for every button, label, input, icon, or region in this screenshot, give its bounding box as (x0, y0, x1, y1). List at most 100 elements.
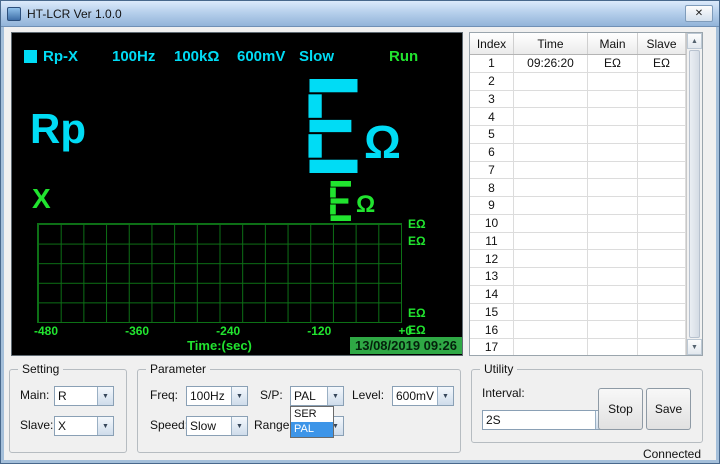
chevron-down-icon[interactable]: ▼ (327, 387, 343, 405)
interval-select[interactable]: 2S ▼ (482, 410, 612, 430)
chevron-down-icon[interactable]: ▼ (97, 387, 113, 405)
table-cell-slave (638, 321, 686, 339)
save-button[interactable]: Save (646, 388, 691, 430)
chart-x-axis-label: Time:(sec) (37, 338, 402, 353)
table-cell-time (514, 179, 588, 197)
table-cell-time: 09:26:20 (514, 55, 588, 73)
table-cell-slave (638, 108, 686, 126)
table-cell-main (588, 197, 638, 215)
table-cell-index: 3 (470, 91, 514, 109)
table-cell-slave (638, 250, 686, 268)
table-cell-slave (638, 162, 686, 180)
table-row[interactable]: 11 (470, 233, 686, 251)
setting-group-title: Setting (18, 362, 63, 376)
sp-select[interactable]: PAL ▼ (290, 386, 344, 406)
status-speed: Slow (299, 48, 334, 65)
table-cell-time (514, 321, 588, 339)
table-cell-time (514, 162, 588, 180)
table-cell-slave (638, 339, 686, 355)
stop-button[interactable]: Stop (598, 388, 643, 430)
table-scrollbar[interactable]: ▲ ▼ (686, 33, 702, 355)
table-row[interactable]: 9 (470, 197, 686, 215)
table-cell-index: 12 (470, 250, 514, 268)
slave-select[interactable]: X ▼ (54, 416, 114, 436)
main-value-seven-segment: E (308, 79, 360, 173)
table-cell-index: 5 (470, 126, 514, 144)
scroll-down-icon[interactable]: ▼ (687, 339, 702, 355)
table-cell-time (514, 268, 588, 286)
table-row[interactable]: 15 (470, 304, 686, 322)
chevron-down-icon[interactable]: ▼ (231, 387, 247, 405)
chart-x-tick: -360 (125, 324, 149, 338)
table-cell-index: 15 (470, 304, 514, 322)
table-row[interactable]: 12 (470, 250, 686, 268)
scrollbar-thumb[interactable] (689, 50, 700, 338)
level-select-value: 600mV (393, 387, 437, 405)
window-title: HT-LCR Ver 1.0.0 (27, 7, 122, 21)
slave-label: Slave: (20, 418, 53, 432)
column-header-time[interactable]: Time (514, 33, 588, 54)
table-cell-main (588, 73, 638, 91)
table-cell-main (588, 286, 638, 304)
table-row[interactable]: 6 (470, 144, 686, 162)
table-row[interactable]: 16 (470, 321, 686, 339)
scroll-up-icon[interactable]: ▲ (687, 33, 702, 49)
table-cell-main (588, 321, 638, 339)
table-row[interactable]: 7 (470, 162, 686, 180)
slave-parameter-label: X (32, 183, 51, 215)
chevron-down-icon[interactable]: ▼ (437, 387, 453, 405)
table-cell-index: 14 (470, 286, 514, 304)
chart-x-ticks: -480 -360 -240 -120 +0 (34, 324, 412, 338)
table-cell-index: 8 (470, 179, 514, 197)
table-row[interactable]: 3 (470, 91, 686, 109)
chart-x-tick: +0 (398, 324, 412, 338)
utility-group-title: Utility (480, 362, 517, 376)
range-label: Range: (254, 418, 293, 432)
table-body: 109:26:20EΩEΩ234567891011121314151617 (470, 55, 686, 355)
sp-dropdown-option[interactable]: PAL (291, 422, 333, 437)
table-cell-index: 17 (470, 339, 514, 355)
table-row[interactable]: 8 (470, 179, 686, 197)
status-mode: Rp-X (43, 48, 78, 65)
table-cell-index: 1 (470, 55, 514, 73)
connection-status: Connected (643, 447, 701, 461)
column-header-slave[interactable]: Slave (638, 33, 686, 54)
table-row[interactable]: 13 (470, 268, 686, 286)
setting-group: Setting Main: R ▼ Slave: X ▼ (9, 369, 127, 453)
parameter-group-title: Parameter (146, 362, 210, 376)
sp-dropdown-option[interactable]: SER (291, 407, 333, 422)
chevron-down-icon[interactable]: ▼ (231, 417, 247, 435)
table-row[interactable]: 17 (470, 339, 686, 355)
level-select[interactable]: 600mV ▼ (392, 386, 454, 406)
table-row[interactable]: 14 (470, 286, 686, 304)
table-row[interactable]: 109:26:20EΩEΩ (470, 55, 686, 73)
status-freq: 100Hz (112, 48, 155, 65)
column-header-index[interactable]: Index (470, 33, 514, 54)
main-select[interactable]: R ▼ (54, 386, 114, 406)
status-range: 100kΩ (174, 48, 219, 65)
table-cell-slave (638, 179, 686, 197)
status-level: 600mV (237, 48, 285, 65)
table-cell-main: EΩ (588, 55, 638, 73)
table-row[interactable]: 4 (470, 108, 686, 126)
table-row[interactable]: 2 (470, 73, 686, 91)
main-label: Main: (20, 388, 49, 402)
table-cell-slave (638, 126, 686, 144)
table-cell-time (514, 215, 588, 233)
table-row[interactable]: 10 (470, 215, 686, 233)
column-header-main[interactable]: Main (588, 33, 638, 54)
table-row[interactable]: 5 (470, 126, 686, 144)
table-cell-main (588, 339, 638, 355)
chevron-down-icon[interactable]: ▼ (97, 417, 113, 435)
chart-x-tick: -480 (34, 324, 58, 338)
title-bar[interactable]: HT-LCR Ver 1.0.0 ✕ (1, 1, 719, 27)
lcd-timestamp: 13/08/2019 09:26 (350, 337, 462, 354)
measurement-table: Index Time Main Slave 109:26:20EΩEΩ23456… (469, 32, 703, 356)
app-window: HT-LCR Ver 1.0.0 ✕ Rp-X 100Hz 100kΩ 600m… (0, 0, 720, 464)
slave-value-seven-segment: E (330, 181, 352, 221)
close-button[interactable]: ✕ (685, 5, 713, 22)
freq-select[interactable]: 100Hz ▼ (186, 386, 248, 406)
sp-label: S/P: (260, 388, 283, 402)
speed-select[interactable]: Slow ▼ (186, 416, 248, 436)
chart-x-tick: -120 (307, 324, 331, 338)
